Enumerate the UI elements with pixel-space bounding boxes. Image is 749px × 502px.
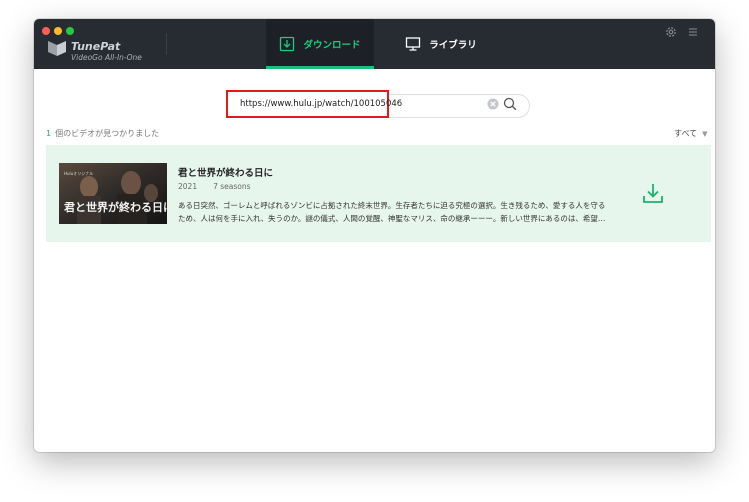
clear-icon[interactable] [487, 98, 499, 110]
results-count-number: 1 [46, 129, 52, 138]
search-input[interactable]: https://www.hulu.jp/watch/100105046 [240, 99, 402, 109]
download-icon [280, 36, 295, 52]
minimize-window-button[interactable] [54, 27, 62, 35]
zoom-window-button[interactable] [66, 27, 74, 35]
gear-icon[interactable] [665, 26, 677, 38]
active-tab-indicator [266, 66, 374, 69]
poster-title-text: 君と世界が終わる日に [64, 200, 167, 214]
tab-library[interactable]: ライブラリ [386, 19, 496, 69]
app-brand: TunePat VideoGo All-In-One [71, 41, 142, 63]
app-logo-icon [48, 41, 66, 56]
tab-library-label: ライブラリ [429, 40, 477, 51]
poster-thumbnail: 君と世界が終わる日に Huluオリジナル [59, 163, 167, 224]
tab-download[interactable]: ダウンロード [266, 19, 374, 69]
app-window: TunePat VideoGo All-In-One ダウンロード ライブラリ [34, 19, 715, 452]
poster-badge-text: Huluオリジナル [64, 170, 93, 176]
menu-icon[interactable] [688, 27, 698, 37]
results-count-text: 個のビデオが見つかりました [55, 129, 160, 138]
download-icon[interactable] [642, 182, 664, 204]
result-seasons: 7 seasons [213, 182, 251, 191]
app-subtitle: VideoGo All-In-One [71, 53, 142, 62]
results-count: 1 個のビデオが見つかりました [46, 128, 159, 139]
titlebar-divider [166, 33, 167, 55]
app-name: TunePat [71, 40, 121, 53]
result-year: 2021 [178, 182, 198, 191]
filter-dropdown[interactable]: すべて ▼ [674, 128, 708, 139]
title-bar: TunePat VideoGo All-In-One ダウンロード ライブラリ [34, 19, 715, 69]
result-description-line1: ある日突然、ゴーレムと呼ばれるゾンビに占拠された終末世界。生存者たちに迫る究極の… [178, 201, 606, 210]
search-icon[interactable] [503, 97, 517, 111]
result-title: 君と世界が終わる日に [178, 168, 274, 179]
tab-download-label: ダウンロード [303, 40, 361, 51]
close-window-button[interactable] [42, 27, 50, 35]
result-description-line2: ため、人は何を手に入れ、失うのか。謎の儀式、人間の覚醒、神聖なマリス、命の継承ー… [178, 214, 606, 223]
chevron-down-icon: ▼ [702, 130, 708, 138]
result-item[interactable]: 君と世界が終わる日に Huluオリジナル 君と世界が終わる日に 2021 7 se… [46, 145, 711, 242]
monitor-icon [406, 37, 421, 51]
result-meta: 2021 7 seasons [178, 182, 251, 191]
result-description: ある日突然、ゴーレムと呼ばれるゾンビに占拠された終末世界。生存者たちに迫る究極の… [178, 199, 633, 225]
filter-label: すべて [674, 129, 698, 138]
